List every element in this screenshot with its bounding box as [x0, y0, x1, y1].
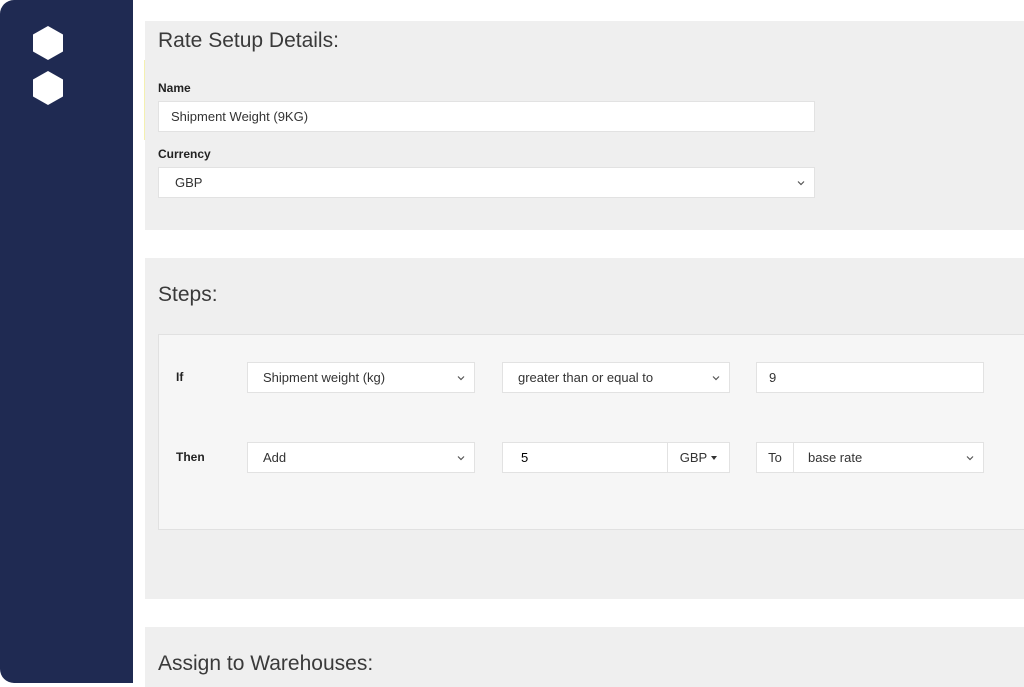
currency-dropdown-button[interactable]: GBP: [667, 442, 730, 473]
rate-setup-panel: Rate Setup Details: Name Shipment Weight…: [145, 21, 1024, 230]
currency-dropdown-label: GBP: [679, 450, 708, 465]
then-amount-value: 5: [521, 450, 529, 465]
if-field-value: Shipment weight (kg): [263, 370, 386, 385]
chevron-down-icon: [457, 455, 465, 460]
then-target-value: base rate: [808, 450, 863, 465]
to-label: To: [768, 450, 782, 465]
then-label: Then: [176, 450, 205, 464]
if-value-text: 9: [769, 370, 777, 385]
if-value-input[interactable]: 9: [756, 362, 984, 393]
chevron-down-icon: [712, 375, 720, 380]
then-action-value: Add: [263, 450, 287, 465]
steps-title: Steps:: [158, 283, 218, 306]
if-label: If: [176, 370, 184, 384]
if-operator-select[interactable]: greater than or equal to: [502, 362, 730, 393]
then-action-select[interactable]: Add: [247, 442, 475, 473]
currency-select-value: GBP: [175, 175, 203, 190]
then-amount-input[interactable]: 5: [502, 442, 668, 473]
rate-setup-title: Rate Setup Details:: [158, 29, 339, 52]
if-field-select[interactable]: Shipment weight (kg): [247, 362, 475, 393]
to-addon: To: [756, 442, 794, 473]
warehouses-title: Assign to Warehouses:: [158, 652, 374, 675]
chevron-down-icon: [457, 375, 465, 380]
name-input[interactable]: Shipment Weight (9KG): [158, 101, 815, 132]
chevron-down-icon: [966, 455, 974, 460]
steps-panel: Steps: If Shipment weight (kg) greater t…: [145, 258, 1024, 599]
then-target-select[interactable]: base rate: [793, 442, 984, 473]
if-operator-value: greater than or equal to: [518, 370, 654, 385]
step-rule-box: If Shipment weight (kg) greater than or …: [158, 334, 1024, 530]
currency-select[interactable]: GBP: [158, 167, 815, 198]
name-input-value: Shipment Weight (9KG): [171, 109, 309, 124]
name-label: Name: [158, 81, 191, 95]
warehouses-panel: Assign to Warehouses:: [145, 627, 1024, 687]
hexagon-logo-icon[interactable]: [30, 24, 66, 108]
chevron-down-icon: [797, 180, 805, 185]
sidebar: [0, 0, 133, 683]
currency-label: Currency: [158, 147, 211, 161]
caret-down-icon: [711, 455, 718, 460]
